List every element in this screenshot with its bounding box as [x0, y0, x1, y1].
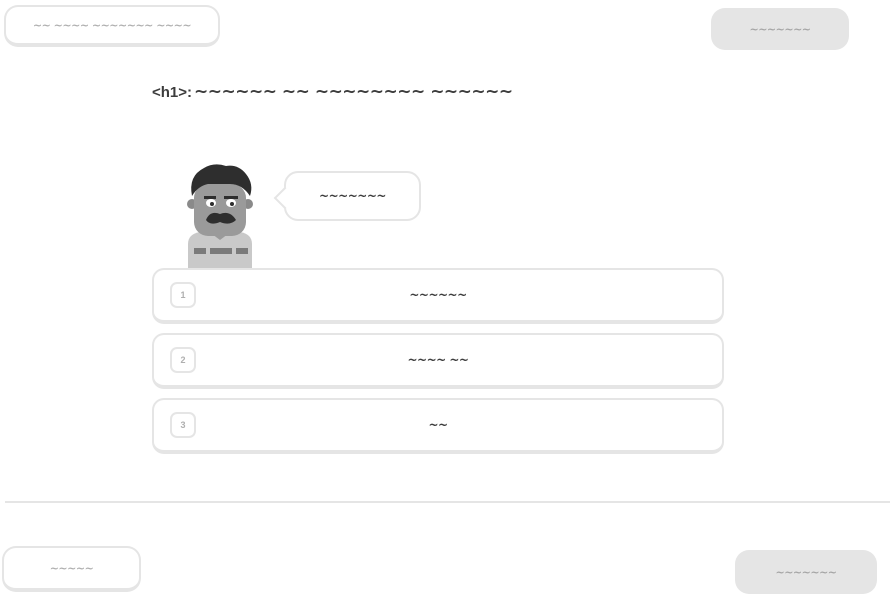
title-text: ~~~~~~ ~~ ~~~~~~~~ ~~~~~~ [194, 81, 513, 102]
footer-divider [5, 501, 890, 503]
choice-key-badge: 3 [170, 412, 196, 438]
top-action-button-label: ~~~~~~~ [749, 22, 811, 36]
choice-option-3[interactable]: 3 ~~ [152, 398, 724, 454]
choice-text: ~~ [428, 418, 448, 432]
speech-bubble-text: ~~~~~~~ [319, 189, 386, 203]
title-tag-prefix: <h1>: [152, 83, 193, 101]
skip-button-label: ~~~~~ [49, 561, 94, 575]
lesson-info-label: ~~ ~~~~ ~~~~~~~ ~~~~ [32, 18, 192, 32]
choice-text: ~~~~~~ [409, 288, 467, 302]
check-button[interactable]: ~~~~~~~ [735, 550, 877, 594]
character-illustration [187, 164, 253, 270]
check-button-label: ~~~~~~~ [775, 565, 837, 579]
lesson-info-pill[interactable]: ~~ ~~~~ ~~~~~~~ ~~~~ [4, 5, 220, 47]
speech-bubble: ~~~~~~~ [284, 171, 421, 221]
choice-key-badge: 1 [170, 282, 196, 308]
choice-option-1[interactable]: 1 ~~~~~~ [152, 268, 724, 324]
character-avatar [180, 162, 260, 270]
skip-button[interactable]: ~~~~~ [2, 546, 141, 592]
choice-text: ~~~~ ~~ [407, 353, 469, 367]
choice-option-2[interactable]: 2 ~~~~ ~~ [152, 333, 724, 389]
page-title: <h1>: ~~~~~~ ~~ ~~~~~~~~ ~~~~~~ [152, 80, 513, 104]
choice-key-badge: 2 [170, 347, 196, 373]
answer-choices: 1 ~~~~~~ 2 ~~~~ ~~ 3 ~~ [152, 268, 724, 463]
top-action-button[interactable]: ~~~~~~~ [711, 8, 849, 50]
